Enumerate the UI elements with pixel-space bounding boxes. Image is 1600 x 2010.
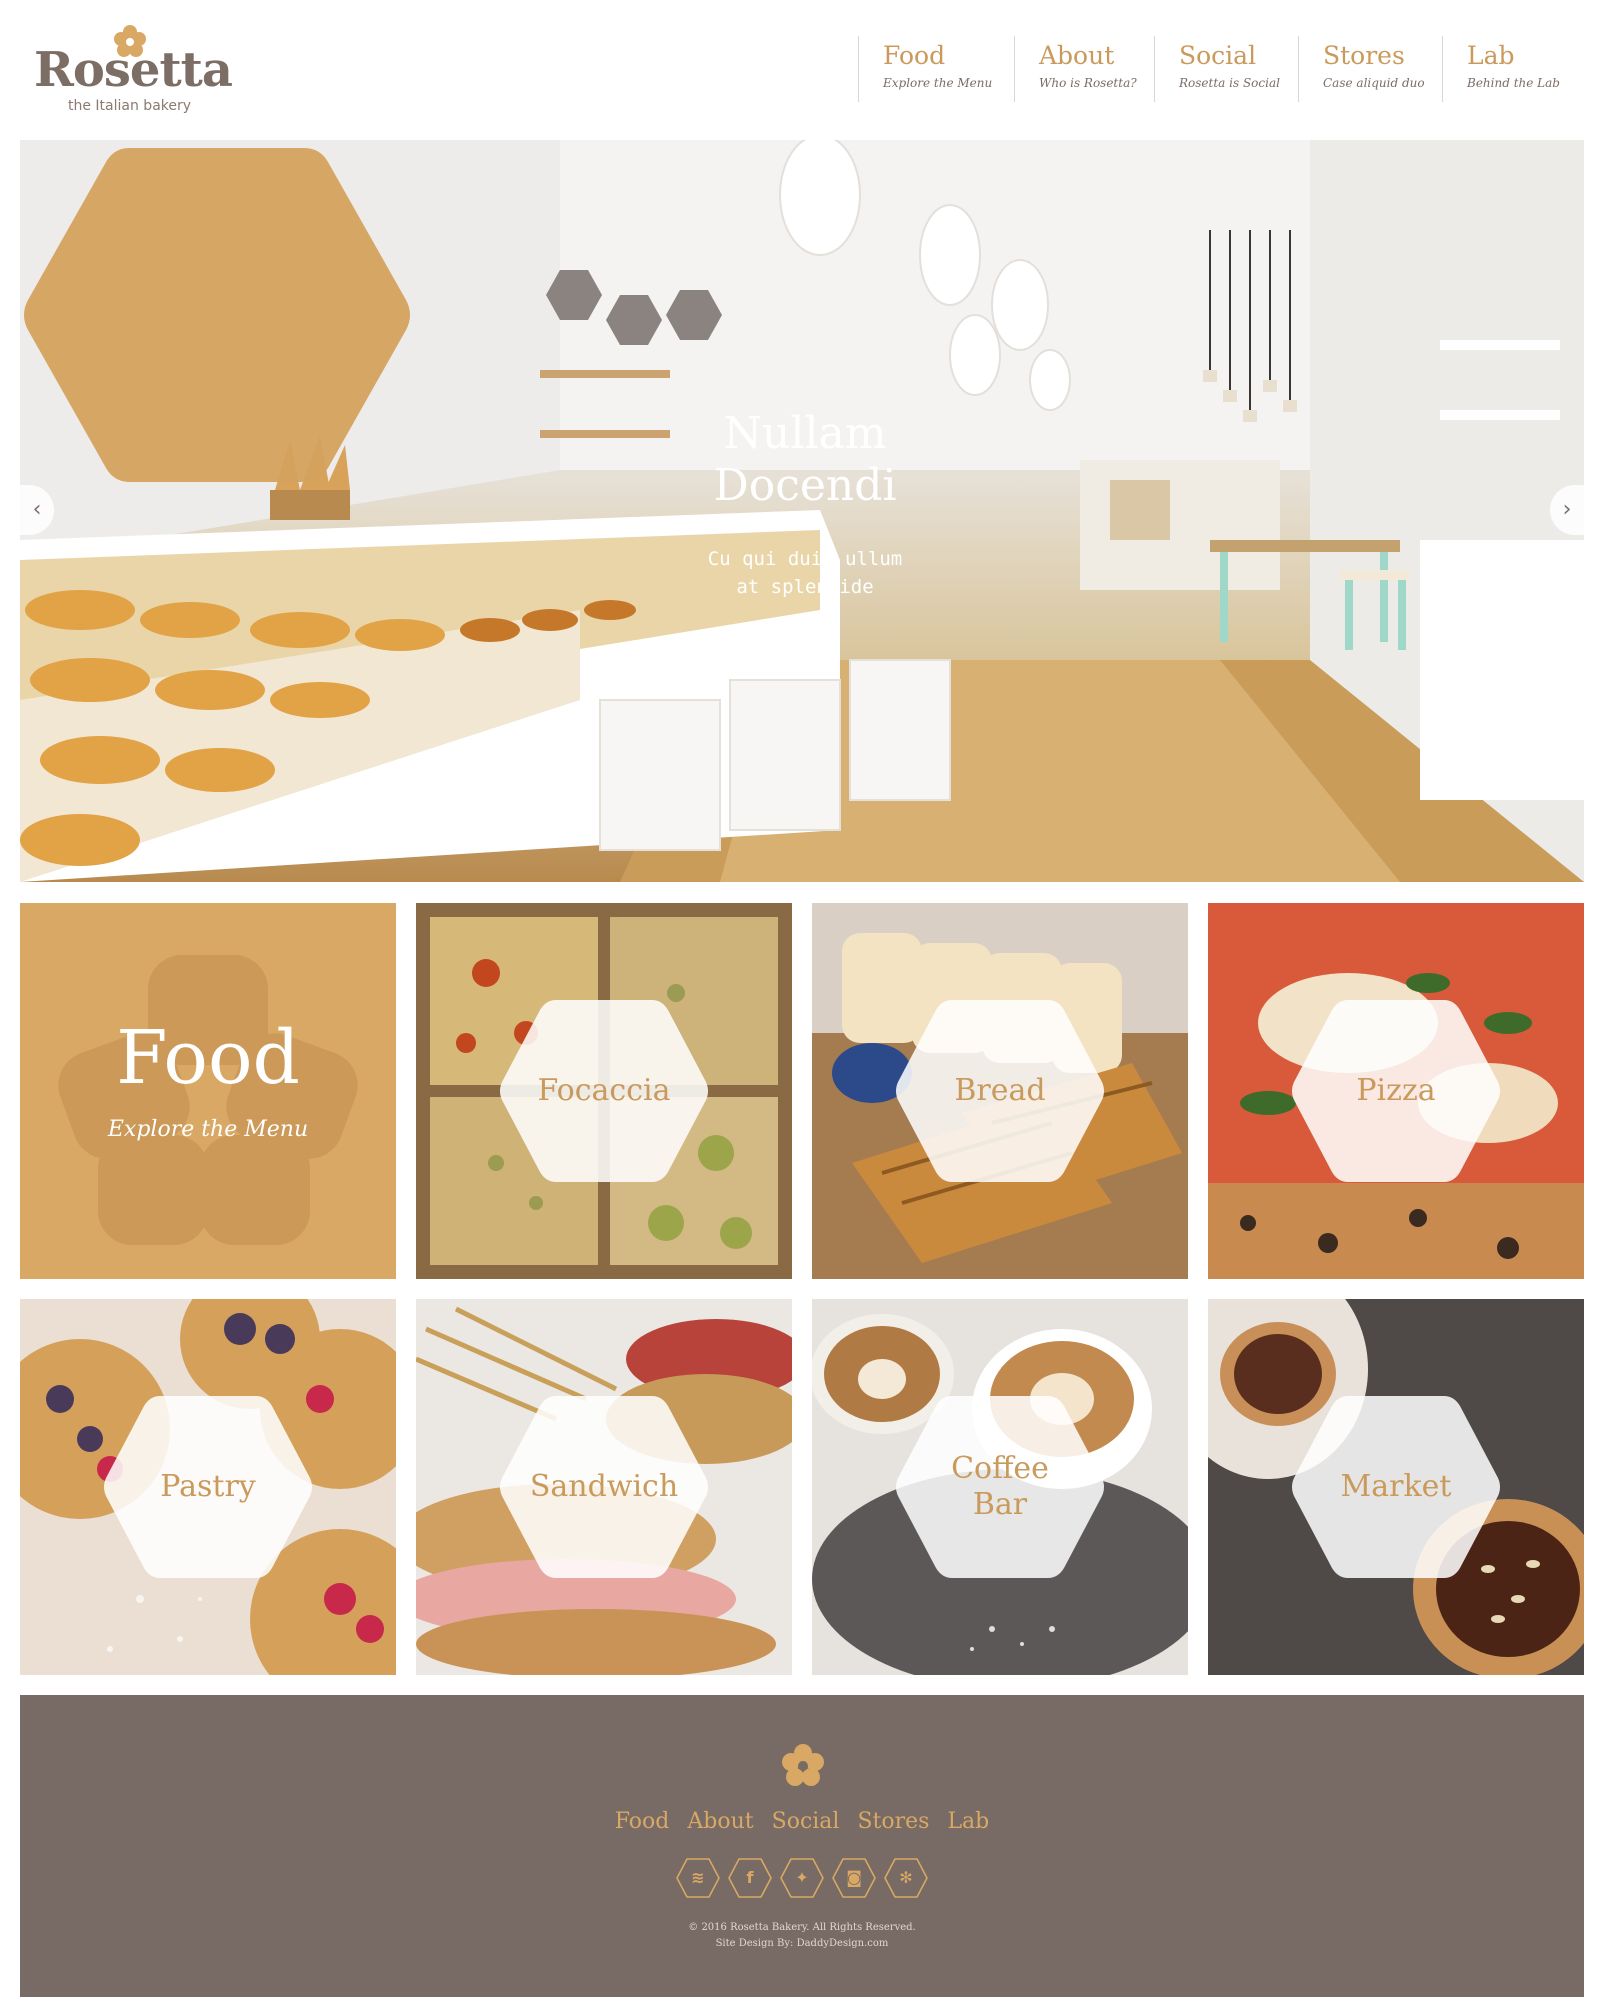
flower-logo-icon[interactable] — [778, 1741, 828, 1791]
footer-link-stores[interactable]: Stores — [857, 1809, 929, 1834]
social-glyph: ✦ — [795, 1868, 809, 1887]
footer-link-about[interactable]: About — [687, 1809, 753, 1834]
hero-divider — [784, 528, 826, 530]
nav-title: About — [1039, 41, 1115, 70]
tile-label: Market — [1340, 1469, 1452, 1504]
main-nav: Food Explore the Menu About Who is Roset… — [858, 36, 1582, 102]
footer-nav: Food About Social Stores Lab — [20, 1809, 1584, 1834]
instagram-icon[interactable]: ◙ — [831, 1857, 877, 1899]
hero-subtitle-line: at splendide — [736, 576, 874, 598]
social-links: ≋ f ✦ ◙ ✻ — [20, 1857, 1584, 1899]
rss-icon[interactable]: ≋ — [675, 1857, 721, 1899]
nav-item-about[interactable]: About Who is Rosetta? — [1014, 36, 1154, 102]
tile-label: Pastry — [160, 1469, 256, 1504]
feature-subtitle: Explore the Menu — [107, 1117, 309, 1142]
hero-title: Nullam Docendi — [620, 408, 990, 512]
footer-link-lab[interactable]: Lab — [947, 1809, 989, 1834]
hero-subtitle: Cu qui duis ullum at splendide — [660, 545, 950, 601]
tile-label: Focaccia — [537, 1073, 671, 1108]
menu-tile-coffee-bar[interactable]: Coffee Bar — [812, 1299, 1188, 1675]
twitter-icon[interactable]: ✦ — [779, 1857, 825, 1899]
copyright-text: © 2016 Rosetta Bakery. All Rights Reserv… — [688, 1922, 916, 1933]
site-header: Rosetta the Italian bakery Food Explore … — [0, 0, 1600, 140]
tile-label: Sandwich — [529, 1469, 679, 1504]
menu-tile-sandwich[interactable]: Sandwich — [416, 1299, 792, 1675]
logo[interactable]: Rosetta the Italian bakery — [34, 22, 234, 122]
hero-subtitle-line: Cu qui duis ullum — [707, 548, 903, 570]
nav-title: Stores — [1323, 41, 1405, 70]
menu-tile-pizza[interactable]: Pizza — [1208, 903, 1584, 1279]
feature-title: Food — [116, 1015, 300, 1101]
tile-label: Coffee Bar — [812, 1451, 1188, 1523]
food-feature-tile: Food Explore the Menu — [20, 903, 396, 1279]
footer-link-food[interactable]: Food — [615, 1809, 670, 1834]
hero-slider: ‹ › Nullam Docendi Cu qui duis ullum at … — [20, 140, 1584, 882]
nav-subtitle: Who is Rosetta? — [1039, 75, 1137, 90]
social-glyph: ✻ — [899, 1868, 913, 1887]
nav-item-food[interactable]: Food Explore the Menu — [858, 36, 1014, 102]
menu-tile-bread[interactable]: Bread — [812, 903, 1188, 1279]
site-footer: Food About Social Stores Lab ≋ f ✦ ◙ ✻ ©… — [20, 1695, 1584, 1997]
brand-tagline: the Italian bakery — [68, 98, 192, 114]
menu-tile-focaccia[interactable]: Focaccia — [416, 903, 792, 1279]
menu-tile-pastry[interactable]: Pastry — [20, 1299, 396, 1675]
tile-label: Pizza — [1356, 1073, 1436, 1108]
nav-item-social[interactable]: Social Rosetta is Social — [1154, 36, 1298, 102]
nav-item-lab[interactable]: Lab Behind the Lab — [1442, 36, 1582, 102]
nav-subtitle: Explore the Menu — [883, 75, 993, 90]
brand-name: Rosetta — [34, 42, 233, 98]
social-glyph: ≋ — [691, 1868, 705, 1887]
nav-title: Food — [883, 41, 946, 70]
hero-hexagon-badge — [24, 148, 410, 482]
nav-subtitle: Behind the Lab — [1467, 75, 1560, 90]
nav-subtitle: Rosetta is Social — [1179, 75, 1280, 90]
tile-label-line: Bar — [972, 1487, 1028, 1522]
hero-title-line: Nullam — [723, 408, 887, 459]
social-glyph: ◙ — [846, 1868, 862, 1887]
facebook-icon[interactable]: f — [727, 1857, 773, 1899]
design-credit-link[interactable]: Site Design By: DaddyDesign.com — [20, 1936, 1584, 1952]
nav-item-stores[interactable]: Stores Case aliquid duo — [1298, 36, 1442, 102]
footer-copyright: © 2016 Rosetta Bakery. All Rights Reserv… — [20, 1920, 1584, 1952]
nav-title: Lab — [1467, 41, 1515, 70]
hero-title-line: Docendi — [713, 460, 897, 511]
tile-label: Bread — [954, 1073, 1046, 1108]
tile-label-line: Coffee — [951, 1451, 1049, 1486]
yelp-icon[interactable]: ✻ — [883, 1857, 929, 1899]
nav-subtitle: Case aliquid duo — [1323, 75, 1425, 90]
footer-link-social[interactable]: Social — [772, 1809, 840, 1834]
social-glyph: f — [746, 1868, 754, 1887]
menu-tile-market[interactable]: Market — [1208, 1299, 1584, 1675]
nav-title: Social — [1179, 41, 1257, 70]
